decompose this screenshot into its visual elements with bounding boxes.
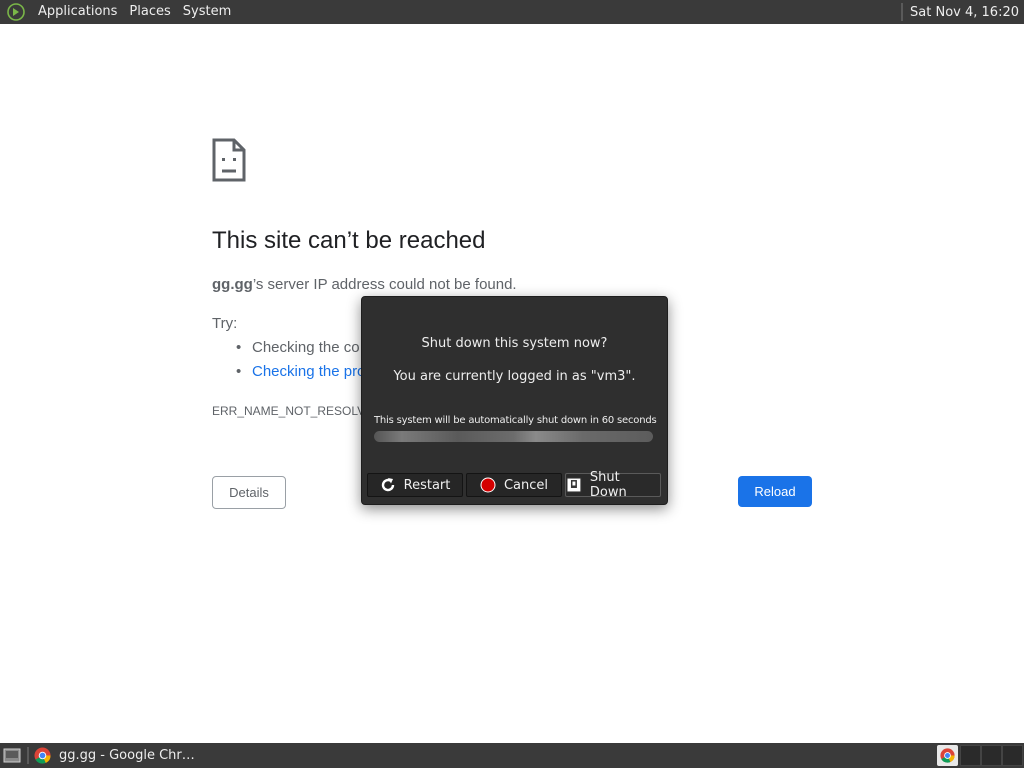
menu-applications[interactable]: Applications (32, 0, 123, 24)
countdown-text: This system will be automatically shut d… (374, 415, 657, 426)
chrome-icon (940, 748, 955, 763)
shutdown-icon (566, 477, 582, 493)
menu-places[interactable]: Places (123, 0, 176, 24)
cancel-button[interactable]: Cancel (466, 473, 562, 497)
sad-document-icon (212, 138, 246, 182)
cancel-icon (480, 477, 496, 493)
error-code: ERR_NAME_NOT_RESOLV (212, 404, 366, 418)
bullet: • (236, 339, 242, 356)
cancel-label: Cancel (503, 477, 549, 493)
bottom-panel: gg.gg - Google Chr… (0, 743, 1024, 768)
try-label: Try: (212, 315, 238, 332)
chrome-icon (34, 747, 51, 764)
suggestion-item-link[interactable]: • Checking the pro (236, 363, 365, 380)
shutdown-dialog: Shut down this system now? You are curre… (361, 296, 668, 505)
dialog-heading: Shut down this system now? (421, 336, 608, 351)
show-desktop-icon[interactable] (3, 747, 21, 764)
shutdown-label: Shut Down (589, 470, 627, 500)
shutdown-button[interactable]: Shut Down (565, 470, 661, 500)
taskbar-item-title: gg.gg - Google Chr… (59, 748, 195, 763)
tray-chrome-icon[interactable] (937, 745, 958, 766)
clock[interactable]: Sat Nov 4, 16:20 (910, 5, 1024, 20)
error-title: This site can’t be reached (212, 227, 486, 254)
restart-label: Restart (403, 477, 451, 493)
top-panel: Applications Places System Sat Nov 4, 16… (0, 0, 1024, 24)
panel-handle (27, 747, 29, 764)
workspace-2[interactable] (981, 745, 1002, 766)
distro-logo-icon[interactable] (7, 3, 25, 21)
details-button[interactable]: Details (212, 476, 286, 509)
error-message: gg.gg’s server IP address could not be f… (212, 276, 517, 293)
workspace-1[interactable] (960, 745, 981, 766)
suggestion-link[interactable]: Checking the pro (252, 363, 365, 380)
error-host: gg.gg (212, 276, 253, 293)
bullet: • (236, 363, 242, 380)
restart-button[interactable]: Restart (367, 473, 463, 497)
suggestion-text: Checking the co (252, 339, 360, 356)
restart-icon (381, 478, 394, 492)
suggestion-item: • Checking the co (236, 339, 360, 356)
dialog-button-row: Restart Cancel Shut Down (367, 470, 661, 500)
reload-button[interactable]: Reload (738, 476, 812, 507)
logged-in-text: You are currently logged in as "vm3". (393, 369, 636, 384)
taskbar-item-chrome[interactable]: gg.gg - Google Chr… (34, 743, 195, 768)
countdown-progress-bar (374, 431, 653, 442)
workspace-3[interactable] (1002, 745, 1023, 766)
panel-separator (901, 3, 904, 21)
error-host-message: ’s server IP address could not be found. (252, 276, 517, 293)
menu-system[interactable]: System (177, 0, 237, 24)
